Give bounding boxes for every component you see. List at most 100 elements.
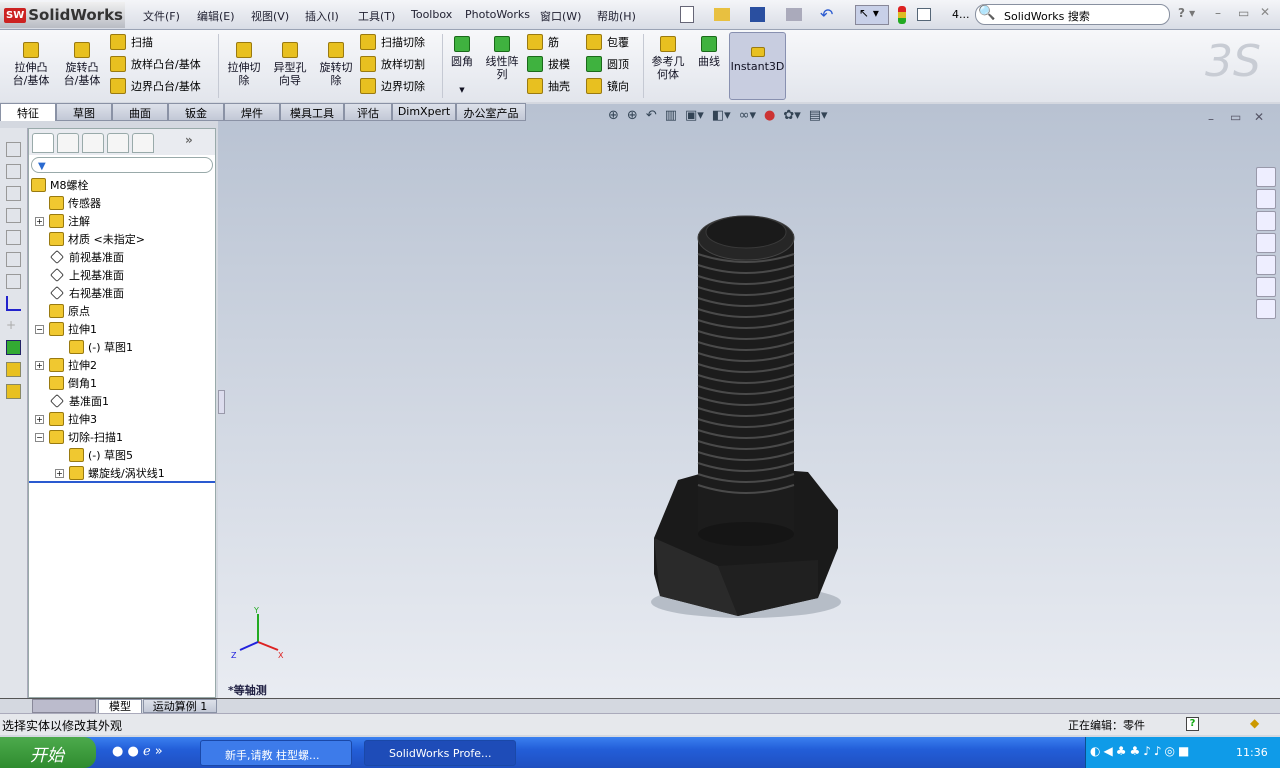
panel-collapse-handle[interactable] [218,390,225,414]
expand-toggle[interactable]: + [35,217,44,226]
viewport-close-button[interactable]: ✕ [1254,110,1264,124]
extrude-cut-button[interactable]: 拉伸切 除 [222,42,266,87]
tray-icons[interactable]: ◐◀♣♣♪♪◎■ [1090,744,1192,758]
tree-item-right-plane[interactable]: 右视基准面 [49,284,124,302]
instant3d-button[interactable]: Instant3D [729,32,786,100]
undo-icon[interactable]: ↶ [820,5,833,24]
property-manager-tab[interactable] [57,133,79,153]
tab-dimxpert[interactable]: DimXpert [392,103,456,121]
curves-button[interactable]: 曲线 [692,36,726,68]
viewport-restore-button[interactable]: ▭ [1230,110,1241,124]
expand-toggle[interactable]: − [35,325,44,334]
tree-item-origin[interactable]: 原点 [49,302,90,320]
feature-manager-tab[interactable] [32,133,54,153]
print-icon[interactable] [786,8,802,21]
shell-button[interactable]: 抽壳 [527,78,570,94]
menu-edit[interactable]: 编辑(E) [197,8,235,24]
close-button[interactable]: ✕ [1260,5,1270,19]
home-icon[interactable] [1256,167,1276,187]
filter-input[interactable]: ▼ [31,157,213,173]
tree-item-chamfer1[interactable]: 倒角1 [49,374,97,392]
minimize-button[interactable]: – [1215,6,1221,20]
tab-scroll-arrows[interactable] [32,699,96,713]
tab-sketch[interactable]: 草图 [56,103,112,121]
custom-properties-icon[interactable] [1256,299,1276,319]
taskbar-item-browser[interactable]: 新手,请教 柱型螺... [200,740,352,766]
help-icon[interactable]: ? [1186,717,1199,731]
tree-item-extrude3[interactable]: 拉伸3 [49,410,97,428]
tree-item-extrude2[interactable]: 拉伸2 [49,356,97,374]
tree-item-material[interactable]: 材质 <未指定> [49,230,145,248]
tab-surfaces[interactable]: 曲面 [112,103,168,121]
menu-help[interactable]: 帮助(H) [597,8,636,24]
linear-pattern-button[interactable]: 线性阵 列 [481,36,523,81]
isometric-view-icon[interactable] [6,274,21,289]
design-library-icon[interactable] [1256,189,1276,209]
top-view-icon[interactable] [6,230,21,245]
apply-scene-icon[interactable]: ✿▾ [783,108,800,123]
revolve-cut-button[interactable]: 旋转切 除 [314,42,358,87]
file-explorer-icon[interactable] [1256,211,1276,231]
tab-weldments[interactable]: 焊件 [224,103,280,121]
display-style-icon[interactable]: ◧▾ [712,108,731,123]
rollback-bar[interactable] [29,481,215,483]
tree-item-sensors[interactable]: 传感器 [49,194,101,212]
lofted-cut-button[interactable]: 放样切割 [360,56,425,72]
tree-item-cut-sweep1[interactable]: 切除-扫描1 [49,428,123,446]
tree-item-annotations[interactable]: 注解 [49,212,90,230]
tab-mold-tools[interactable]: 模具工具 [280,103,344,121]
options-icon[interactable] [917,8,931,21]
configuration-manager-tab[interactable] [82,133,104,153]
back-view-icon[interactable] [6,164,21,179]
sketch-icon[interactable] [6,296,21,311]
draft-button[interactable]: 拔模 [527,56,570,72]
select-button[interactable]: ↖ ▾ [855,5,889,25]
tree-item-plane1[interactable]: 基准面1 [49,392,109,410]
tree-root-part[interactable]: M8螺栓 [31,176,89,194]
hole-wizard-button[interactable]: 异型孔 向导 [268,42,312,87]
tab-features[interactable]: 特征 [0,103,56,121]
section-view-icon[interactable]: ▥ [665,108,677,123]
expand-toggle[interactable]: + [35,361,44,370]
menu-window[interactable]: 窗口(W) [540,8,581,24]
tree-item-sketch5[interactable]: (-) 草图5 [69,446,133,464]
menu-tools[interactable]: 工具(T) [358,8,395,24]
search-results-icon[interactable] [1256,233,1276,253]
display-manager-tab[interactable] [132,133,154,153]
menu-photoworks[interactable]: PhotoWorks [465,8,530,21]
tab-model[interactable]: 模型 [98,699,142,713]
boundary-boss-button[interactable]: 边界凸台/基体 [110,78,201,94]
bolt-model[interactable] [638,204,848,624]
extrude-boss-button[interactable]: 拉伸凸 台/基体 [8,42,54,87]
menu-file[interactable]: 文件(F) [143,8,180,24]
feature-icon[interactable] [6,384,21,399]
reference-geometry-button[interactable]: 参考几 何体 [647,36,689,81]
bottom-view-icon[interactable] [6,252,21,267]
new-document-icon[interactable] [680,6,694,23]
save-icon[interactable] [750,7,765,22]
revolve-boss-button[interactable]: 旋转凸 台/基体 [58,42,106,87]
overflow-label[interactable]: 4... [952,8,970,21]
zoom-area-icon[interactable]: ⊕ [627,108,638,123]
tab-office-products[interactable]: 办公室产品 [456,103,526,121]
taskbar-item-solidworks[interactable]: SolidWorks Profe... [364,740,516,766]
dome-button[interactable]: 圆顶 [586,56,629,72]
expand-toggle[interactable]: + [35,415,44,424]
dimxpert-manager-tab[interactable] [107,133,129,153]
tab-sheet-metal[interactable]: 钣金 [168,103,224,121]
tab-motion-study[interactable]: 运动算例 1 [143,699,217,713]
rebuild-icon[interactable] [898,6,906,24]
feature-icon[interactable] [6,362,21,377]
edit-appearance-icon[interactable]: ● [764,108,775,123]
graphics-area[interactable]: ⊕ ⊕ ↶ ▥ ▣▾ ◧▾ ∞▾ ● ✿▾ ▤▾ – ▭ ✕ Y X Z *等轴测 [218,104,1280,698]
swept-cut-button[interactable]: 扫描切除 [360,34,425,50]
wrap-button[interactable]: 包覆 [586,34,629,50]
viewport-minimize-button[interactable]: – [1208,112,1214,126]
menu-insert[interactable]: 插入(I) [305,8,339,24]
tree-item-front-plane[interactable]: 前视基准面 [49,248,124,266]
help-icon[interactable]: ? ▾ [1178,6,1195,20]
view-orientation-icon[interactable]: ▣▾ [685,108,704,123]
view-settings-icon[interactable]: ▤▾ [809,108,828,123]
hide-show-icon[interactable]: ∞▾ [739,108,756,123]
search-input[interactable]: SolidWorks 搜索 [975,4,1170,25]
